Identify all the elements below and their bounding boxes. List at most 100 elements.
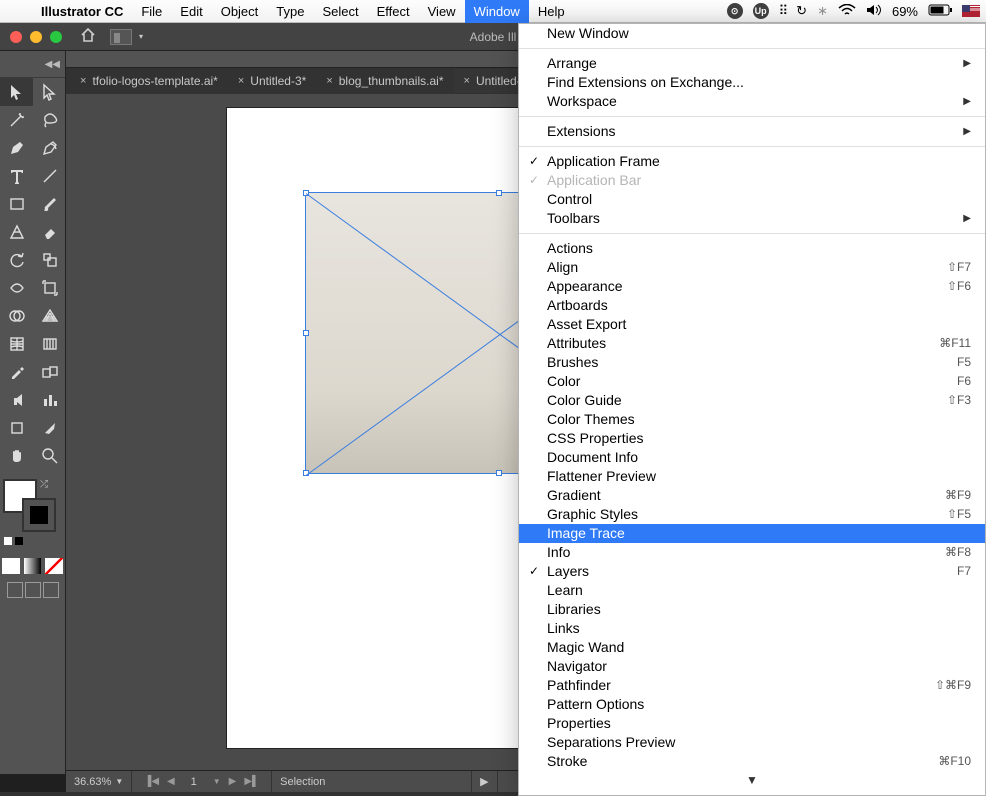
default-fill-icon[interactable] <box>3 536 13 546</box>
menu-item-actions[interactable]: Actions <box>519 239 985 258</box>
close-tab-icon[interactable]: × <box>80 75 86 87</box>
bluetooth-icon[interactable]: ∗ <box>817 3 828 19</box>
artboard-last[interactable]: ▶▌ <box>240 776 263 787</box>
home-button[interactable] <box>80 28 96 46</box>
menu-select[interactable]: Select <box>313 0 367 23</box>
menu-item-flattener-preview[interactable]: Flattener Preview <box>519 467 985 486</box>
menu-item-new-window[interactable]: New Window <box>519 24 985 43</box>
menu-item-pathfinder[interactable]: Pathfinder⇧⌘F9 <box>519 676 985 695</box>
menu-item-asset-export[interactable]: Asset Export <box>519 315 985 334</box>
menu-item-separations-preview[interactable]: Separations Preview <box>519 733 985 752</box>
menu-file[interactable]: File <box>132 0 171 23</box>
fill-stroke-swatches[interactable]: ⤮ <box>0 476 65 538</box>
menu-item-arrange[interactable]: Arrange▶ <box>519 54 985 73</box>
artboard-tool[interactable] <box>0 414 33 442</box>
menu-item-magic-wand[interactable]: Magic Wand <box>519 638 985 657</box>
color-mode-gradient[interactable] <box>24 558 42 574</box>
draw-inside[interactable] <box>43 582 59 598</box>
menu-item-artboards[interactable]: Artboards <box>519 296 985 315</box>
minimize-window-button[interactable] <box>30 31 42 43</box>
menu-object[interactable]: Object <box>212 0 268 23</box>
artboard-number-input[interactable] <box>179 776 209 788</box>
close-window-button[interactable] <box>10 31 22 43</box>
paintbrush-tool[interactable] <box>33 190 66 218</box>
menu-item-color-guide[interactable]: Color Guide⇧F3 <box>519 391 985 410</box>
scale-tool[interactable] <box>33 246 66 274</box>
menu-item-gradient[interactable]: Gradient⌘F9 <box>519 486 985 505</box>
shape-builder-tool[interactable] <box>0 302 33 330</box>
battery-icon[interactable] <box>928 4 952 19</box>
menu-item-libraries[interactable]: Libraries <box>519 600 985 619</box>
menu-item-navigator[interactable]: Navigator <box>519 657 985 676</box>
menu-item-color[interactable]: ColorF6 <box>519 372 985 391</box>
zoom-level[interactable]: 36.63%▼ <box>66 771 132 793</box>
toolbar-collapse[interactable]: ◀◀ <box>0 51 65 78</box>
shaper-tool[interactable] <box>0 218 33 246</box>
line-tool[interactable] <box>33 162 66 190</box>
maximize-window-button[interactable] <box>50 31 62 43</box>
menu-item-layers[interactable]: ✓LayersF7 <box>519 562 985 581</box>
menu-item-image-trace[interactable]: Image Trace <box>519 524 985 543</box>
swap-fill-stroke-icon[interactable]: ⤮ <box>40 479 48 490</box>
menu-item-brushes[interactable]: BrushesF5 <box>519 353 985 372</box>
mesh-tool[interactable] <box>0 330 33 358</box>
menu-item-appearance[interactable]: Appearance⇧F6 <box>519 277 985 296</box>
hand-tool[interactable] <box>0 442 33 470</box>
close-tab-icon[interactable]: × <box>464 75 470 87</box>
menu-item-graphic-styles[interactable]: Graphic Styles⇧F5 <box>519 505 985 524</box>
input-flag-icon[interactable] <box>962 5 980 17</box>
curvature-tool[interactable] <box>33 134 66 162</box>
color-mode-solid[interactable] <box>2 558 20 574</box>
direct-selection-tool[interactable] <box>33 78 66 106</box>
menu-item-properties[interactable]: Properties <box>519 714 985 733</box>
app-menu[interactable]: Illustrator CC <box>32 4 132 19</box>
status-menu[interactable]: ▶ <box>472 771 497 793</box>
column-graph-tool[interactable] <box>33 386 66 414</box>
menu-item-control[interactable]: Control <box>519 190 985 209</box>
eyedropper-tool[interactable] <box>0 358 33 386</box>
document-tab[interactable]: ×blog_thumbnails.ai* <box>316 69 453 93</box>
color-mode-none[interactable] <box>45 558 63 574</box>
menu-item-color-themes[interactable]: Color Themes <box>519 410 985 429</box>
menu-item-info[interactable]: Info⌘F8 <box>519 543 985 562</box>
wifi-icon[interactable] <box>838 4 856 19</box>
clock-icon[interactable]: ↻ <box>796 3 807 19</box>
menu-item-find-extensions-on-exchange[interactable]: Find Extensions on Exchange... <box>519 73 985 92</box>
pen-tool[interactable] <box>0 134 33 162</box>
menu-item-links[interactable]: Links <box>519 619 985 638</box>
artboard-first[interactable]: ▐◀ <box>140 776 163 787</box>
close-tab-icon[interactable]: × <box>238 75 244 87</box>
menu-help[interactable]: Help <box>529 0 574 23</box>
document-tab[interactable]: ×Untitled-3* <box>228 69 316 93</box>
menu-window[interactable]: Window <box>465 0 529 23</box>
menu-item-pattern-options[interactable]: Pattern Options <box>519 695 985 714</box>
menu-effect[interactable]: Effect <box>368 0 419 23</box>
artboard-prev[interactable]: ◀ <box>163 776 179 787</box>
menu-item-document-info[interactable]: Document Info <box>519 448 985 467</box>
default-stroke-icon[interactable] <box>14 536 24 546</box>
siri-icon[interactable]: ⠿ <box>779 3 787 19</box>
zoom-tool[interactable] <box>33 442 66 470</box>
rotate-tool[interactable] <box>0 246 33 274</box>
volume-icon[interactable] <box>866 4 882 19</box>
magic-wand-tool[interactable] <box>0 106 33 134</box>
draw-behind[interactable] <box>25 582 41 598</box>
menu-item-learn[interactable]: Learn <box>519 581 985 600</box>
perspective-grid-tool[interactable] <box>33 302 66 330</box>
menu-item-toolbars[interactable]: Toolbars▶ <box>519 209 985 228</box>
selection-tool[interactable] <box>0 78 33 106</box>
eraser-tool[interactable] <box>33 218 66 246</box>
menu-item-attributes[interactable]: Attributes⌘F11 <box>519 334 985 353</box>
symbol-sprayer-tool[interactable] <box>0 386 33 414</box>
width-tool[interactable] <box>0 274 33 302</box>
draw-normal[interactable] <box>7 582 23 598</box>
menu-item-stroke[interactable]: Stroke⌘F10 <box>519 752 985 771</box>
document-tab[interactable]: ×tfolio-logos-template.ai* <box>70 69 228 93</box>
menu-view[interactable]: View <box>419 0 465 23</box>
arrange-documents-button[interactable] <box>110 29 132 45</box>
stroke-swatch[interactable] <box>22 498 56 532</box>
cc-status-icon[interactable]: ⊙ <box>727 3 743 19</box>
menu-more-indicator[interactable]: ▼ <box>519 771 985 787</box>
blend-tool[interactable] <box>33 358 66 386</box>
menu-item-extensions[interactable]: Extensions▶ <box>519 122 985 141</box>
